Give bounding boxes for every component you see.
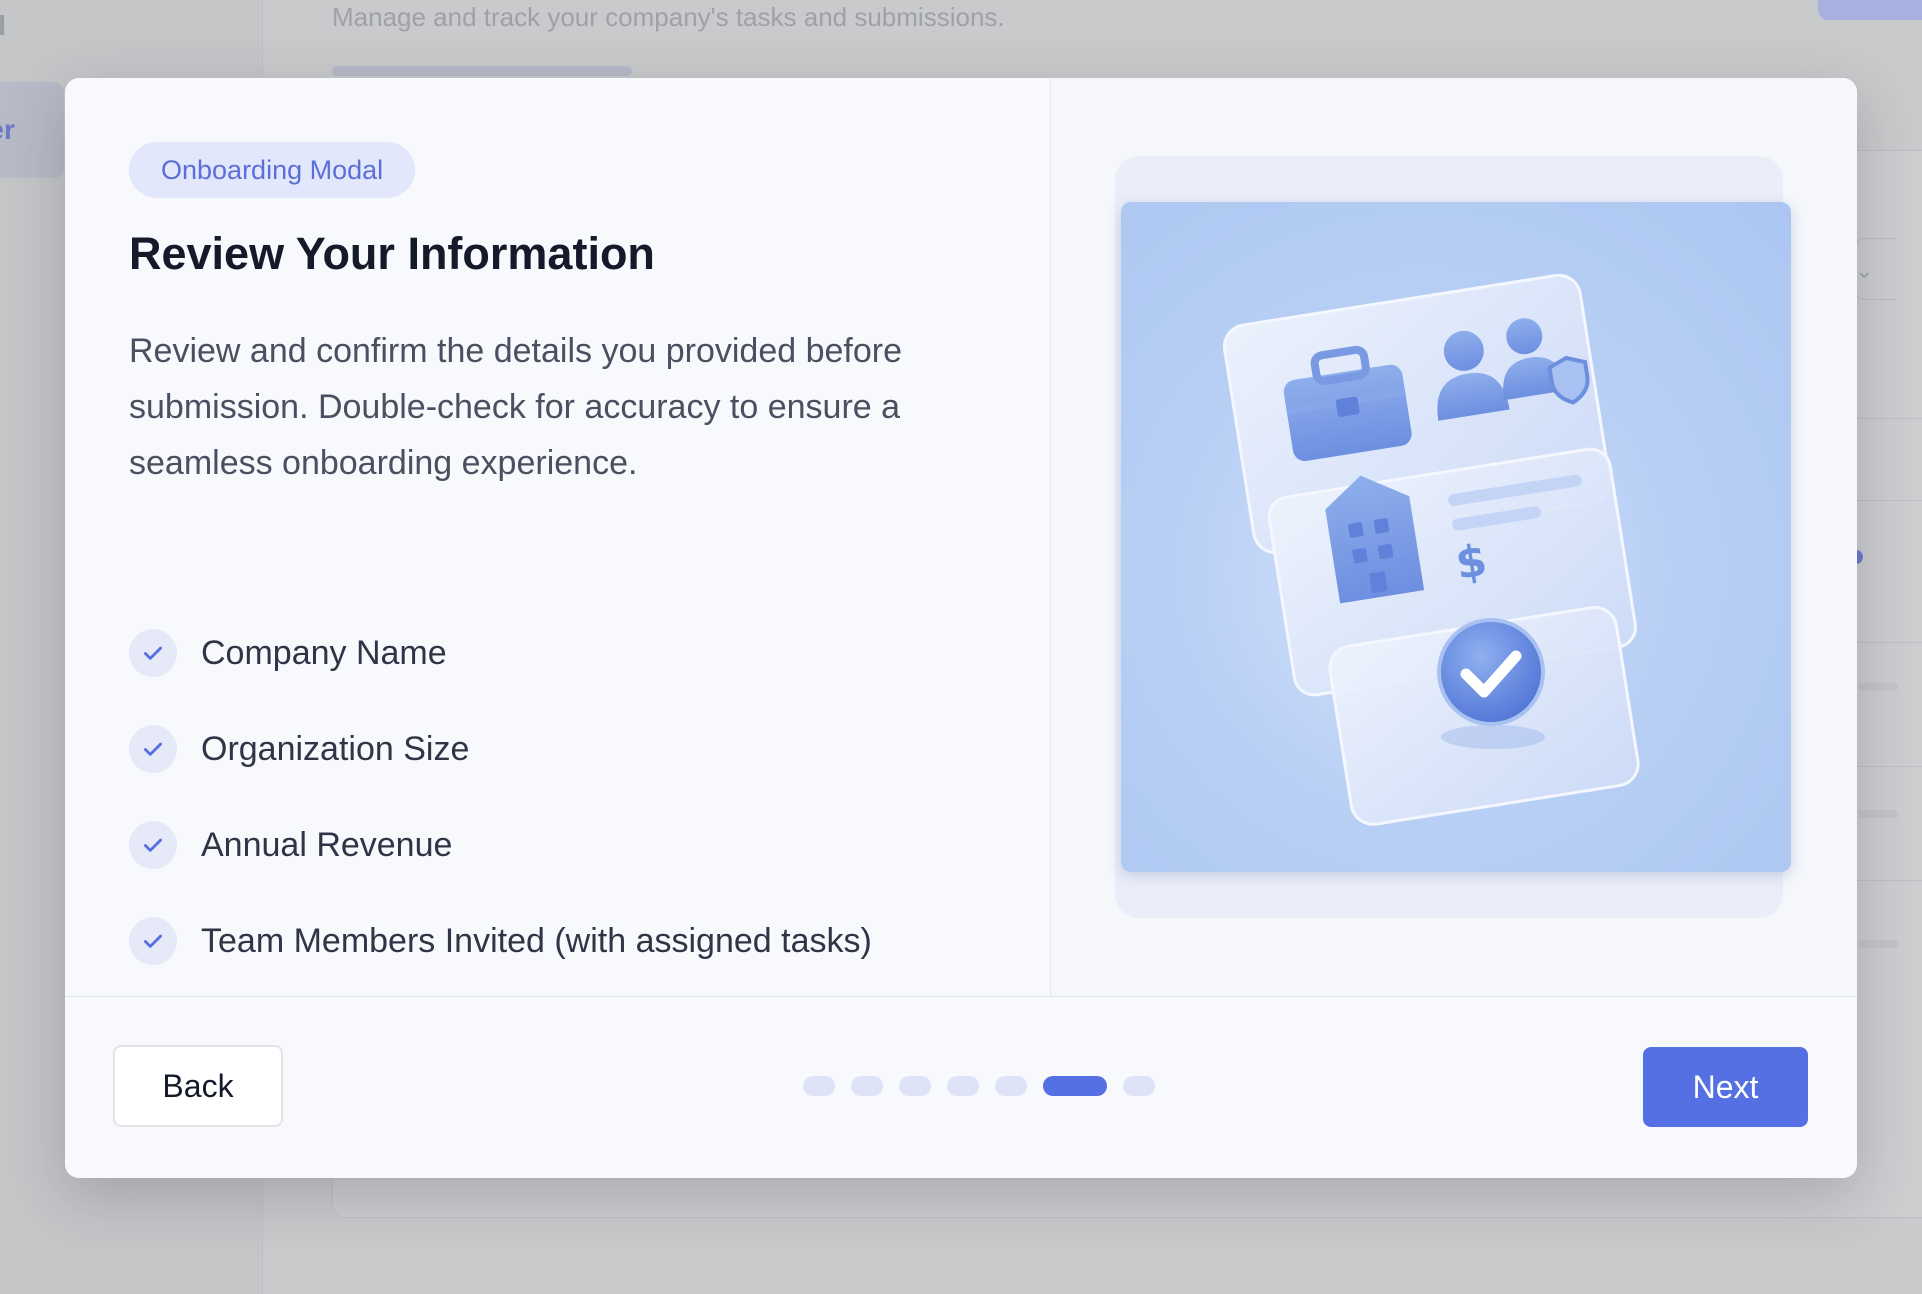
check-icon	[129, 917, 177, 965]
review-checklist: Company Name Organization Size Annual Re…	[129, 605, 872, 989]
modal-description: Review and confirm the details you provi…	[129, 332, 902, 482]
checklist-item-label: Annual Revenue	[201, 825, 453, 864]
checklist-item: Organization Size	[129, 701, 872, 797]
background-placeholder-line	[1858, 683, 1898, 691]
onboarding-modal: Onboarding Modal Review Your Information…	[65, 78, 1857, 1178]
background-nav-item-active: nter	[0, 82, 64, 178]
step-dot-4[interactable]	[947, 1076, 979, 1096]
background-row-divider	[1855, 766, 1922, 767]
next-button[interactable]: Next	[1643, 1047, 1808, 1127]
checklist-item-label: Team Members Invited (with assigned task…	[201, 921, 872, 960]
background-row-divider	[1855, 418, 1922, 419]
check-icon	[129, 821, 177, 869]
background-nav-item: rd	[0, 10, 6, 42]
step-dot-6-active[interactable]	[1043, 1076, 1107, 1096]
modal-footer: Back Next	[65, 996, 1857, 1178]
check-icon	[129, 629, 177, 677]
checklist-item-label: Organization Size	[201, 729, 470, 768]
background-row-divider	[1855, 500, 1922, 501]
back-button[interactable]: Back	[113, 1045, 283, 1127]
background-row-divider	[1855, 642, 1922, 643]
background-nav-label: nter	[0, 114, 15, 145]
background-page-subtitle: Manage and track your company's tasks an…	[332, 2, 1005, 32]
checklist-item: Annual Revenue	[129, 797, 872, 893]
background-nav-label: rd	[0, 10, 6, 41]
step-dot-5[interactable]	[995, 1076, 1027, 1096]
step-dot-1[interactable]	[803, 1076, 835, 1096]
checklist-item: Company Name	[129, 605, 872, 701]
step-dot-7[interactable]	[1123, 1076, 1155, 1096]
checkmark-badge-icon	[1437, 618, 1545, 749]
background-placeholder-line	[1858, 810, 1898, 818]
background-primary-button	[1818, 0, 1922, 20]
step-indicator	[803, 1076, 1171, 1096]
modal-content-panel: Onboarding Modal Review Your Information…	[65, 78, 1050, 996]
onboarding-illustration: $	[1121, 202, 1791, 872]
checklist-item: Team Members Invited (with assigned task…	[129, 893, 872, 989]
checklist-item-label: Company Name	[201, 633, 447, 672]
chevron-down-icon: ⌄	[1855, 258, 1874, 283]
background-placeholder-line	[1858, 940, 1898, 948]
background-tab-indicator	[332, 66, 632, 76]
modal-title: Review Your Information	[129, 228, 655, 279]
check-icon	[129, 725, 177, 773]
step-dot-3[interactable]	[899, 1076, 931, 1096]
step-dot-2[interactable]	[851, 1076, 883, 1096]
background-row-divider	[1855, 880, 1922, 881]
modal-badge: Onboarding Modal	[129, 142, 416, 198]
